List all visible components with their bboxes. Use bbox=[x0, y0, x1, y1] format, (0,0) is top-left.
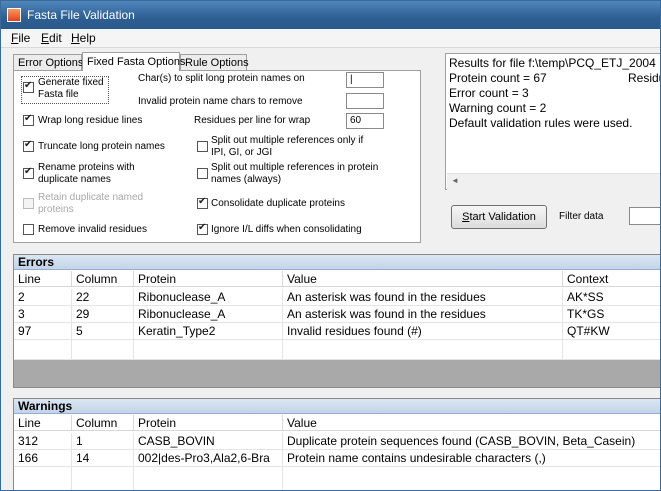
cell-context: TK*GS bbox=[563, 306, 660, 323]
menu-help[interactable]: Help bbox=[71, 31, 96, 45]
split-refs-ipi-checkbox[interactable] bbox=[197, 141, 208, 152]
generate-fixed-checkbox[interactable] bbox=[23, 80, 34, 93]
cell-protein: Ribonuclease_A bbox=[134, 306, 283, 323]
cell-column: 1 bbox=[72, 433, 134, 450]
empty-cell bbox=[72, 340, 134, 360]
cell-line: 2 bbox=[14, 289, 72, 306]
errors-grid-background bbox=[14, 360, 660, 387]
tab-rule-options[interactable]: Rule Options bbox=[180, 54, 249, 70]
residues-per-line-input[interactable]: 60 bbox=[346, 113, 384, 129]
empty-cell bbox=[283, 467, 660, 490]
errors-col-protein[interactable]: Protein bbox=[134, 271, 283, 287]
window-title: Fasta File Validation bbox=[27, 8, 135, 22]
split-refs-always-checkbox[interactable] bbox=[197, 168, 208, 179]
cell-value: Invalid residues found (#) bbox=[283, 323, 563, 340]
cell-column: 5 bbox=[72, 323, 134, 340]
cell-protein: Ribonuclease_A bbox=[134, 289, 283, 306]
errors-col-column[interactable]: Column bbox=[72, 271, 134, 287]
consolidate-label[interactable]: Consolidate duplicate proteins bbox=[211, 198, 345, 210]
remove-invalid-label[interactable]: Remove invalid residues bbox=[38, 224, 147, 236]
results-residue-count: Residu bbox=[628, 71, 660, 85]
generate-fixed-label[interactable]: Generate fixed Fasta file bbox=[38, 77, 108, 101]
title-bar[interactable]: Fasta File Validation bbox=[1, 1, 660, 29]
menu-edit[interactable]: Edit bbox=[41, 31, 62, 45]
split-refs-ipi-label[interactable]: Split out multiple references only if IP… bbox=[211, 135, 376, 159]
errors-col-value[interactable]: Value bbox=[283, 271, 563, 287]
cell-context: AK*SS bbox=[563, 289, 660, 306]
results-line-4: Warning count = 2 bbox=[449, 101, 547, 115]
menu-bar: File Edit Help bbox=[1, 29, 660, 48]
cell-protein: 002|des-Pro3,Ala2,6-Bra bbox=[134, 450, 283, 467]
empty-cell bbox=[283, 340, 563, 360]
truncate-label[interactable]: Truncate long protein names bbox=[38, 141, 165, 153]
tab-fixed-fasta-options[interactable]: Fixed Fasta Options bbox=[82, 52, 185, 71]
errors-col-context[interactable]: Context bbox=[563, 271, 660, 287]
rename-dups-checkbox[interactable] bbox=[23, 166, 34, 179]
filter-data-label: Filter data bbox=[559, 211, 604, 222]
results-line-3: Error count = 3 bbox=[449, 86, 529, 100]
cell-line: 97 bbox=[14, 323, 72, 340]
retain-dups-label: Retain duplicate named proteins bbox=[38, 192, 144, 215]
empty-cell bbox=[563, 340, 660, 360]
results-line-5: Default validation rules were used. bbox=[449, 116, 633, 130]
cell-protein: CASB_BOVIN bbox=[134, 433, 283, 450]
results-line-2: Protein count = 67 bbox=[449, 71, 547, 85]
filter-data-input[interactable] bbox=[629, 207, 660, 225]
retain-dups-checkbox[interactable] bbox=[23, 198, 34, 209]
truncate-checkbox[interactable] bbox=[23, 139, 34, 152]
wrap-long-label[interactable]: Wrap long residue lines bbox=[38, 115, 142, 127]
cell-column: 29 bbox=[72, 306, 134, 323]
cell-value: An asterisk was found in the residues bbox=[283, 306, 563, 323]
residues-per-line-label: Residues per line for wrap bbox=[194, 115, 311, 126]
empty-cell bbox=[14, 467, 72, 490]
start-validation-button[interactable]: Start Validation bbox=[451, 205, 547, 229]
scroll-left-icon[interactable]: ◄ bbox=[451, 176, 459, 185]
split-refs-always-label[interactable]: Split out multiple references in protein… bbox=[211, 162, 381, 186]
app-icon bbox=[7, 8, 21, 22]
cell-column: 22 bbox=[72, 289, 134, 306]
cell-context: QT#KW bbox=[563, 323, 660, 340]
invalid-chars-input[interactable] bbox=[346, 93, 384, 109]
split-chars-input[interactable]: | bbox=[346, 72, 384, 88]
menu-file[interactable]: File bbox=[11, 31, 30, 45]
warnings-col-value[interactable]: Value bbox=[283, 415, 660, 431]
ignore-il-label[interactable]: Ignore I/L diffs when consolidating bbox=[211, 224, 362, 236]
empty-cell bbox=[134, 340, 283, 360]
warnings-panel: Warnings Line Column Protein Value 312 1… bbox=[13, 398, 660, 490]
invalid-chars-label: Invalid protein name chars to remove bbox=[138, 96, 303, 107]
errors-header: Errors bbox=[14, 255, 660, 270]
results-textbox[interactable]: Results for file f:\temp\PCQ_ETJ_2004 Pr… bbox=[445, 53, 660, 190]
results-horizontal-scrollbar[interactable]: ◄ bbox=[447, 173, 660, 190]
ignore-il-checkbox[interactable] bbox=[197, 222, 208, 235]
empty-cell bbox=[72, 467, 134, 490]
cell-value: Protein name contains undesirable charac… bbox=[283, 450, 660, 467]
fixed-fasta-options-panel: Generate fixed Fasta file Wrap long resi… bbox=[13, 70, 421, 243]
cell-line: 166 bbox=[14, 450, 72, 467]
results-line-1: Results for file f:\temp\PCQ_ETJ_2004 bbox=[449, 56, 656, 70]
cell-value: Duplicate protein sequences found (CASB_… bbox=[283, 433, 660, 450]
warnings-header: Warnings bbox=[14, 399, 660, 414]
cell-protein: Keratin_Type2 bbox=[134, 323, 283, 340]
rename-dups-label[interactable]: Rename proteins with duplicate names bbox=[38, 162, 143, 186]
empty-cell bbox=[14, 340, 72, 360]
empty-cell bbox=[134, 467, 283, 490]
wrap-long-checkbox[interactable] bbox=[23, 113, 34, 126]
main-window: Fasta File Validation File Edit Help Err… bbox=[0, 0, 661, 491]
warnings-col-column[interactable]: Column bbox=[72, 415, 134, 431]
cell-value: An asterisk was found in the residues bbox=[283, 289, 563, 306]
cell-line: 3 bbox=[14, 306, 72, 323]
tab-error-options[interactable]: Error Options bbox=[13, 54, 83, 70]
errors-panel: Errors Line Column Protein Value Context… bbox=[13, 254, 660, 388]
errors-col-line[interactable]: Line bbox=[14, 271, 72, 287]
cell-line: 312 bbox=[14, 433, 72, 450]
cell-column: 14 bbox=[72, 450, 134, 467]
warnings-col-protein[interactable]: Protein bbox=[134, 415, 283, 431]
warnings-col-line[interactable]: Line bbox=[14, 415, 72, 431]
split-chars-label: Char(s) to split long protein names on bbox=[138, 73, 305, 84]
consolidate-checkbox[interactable] bbox=[197, 196, 208, 209]
remove-invalid-checkbox[interactable] bbox=[23, 224, 34, 235]
